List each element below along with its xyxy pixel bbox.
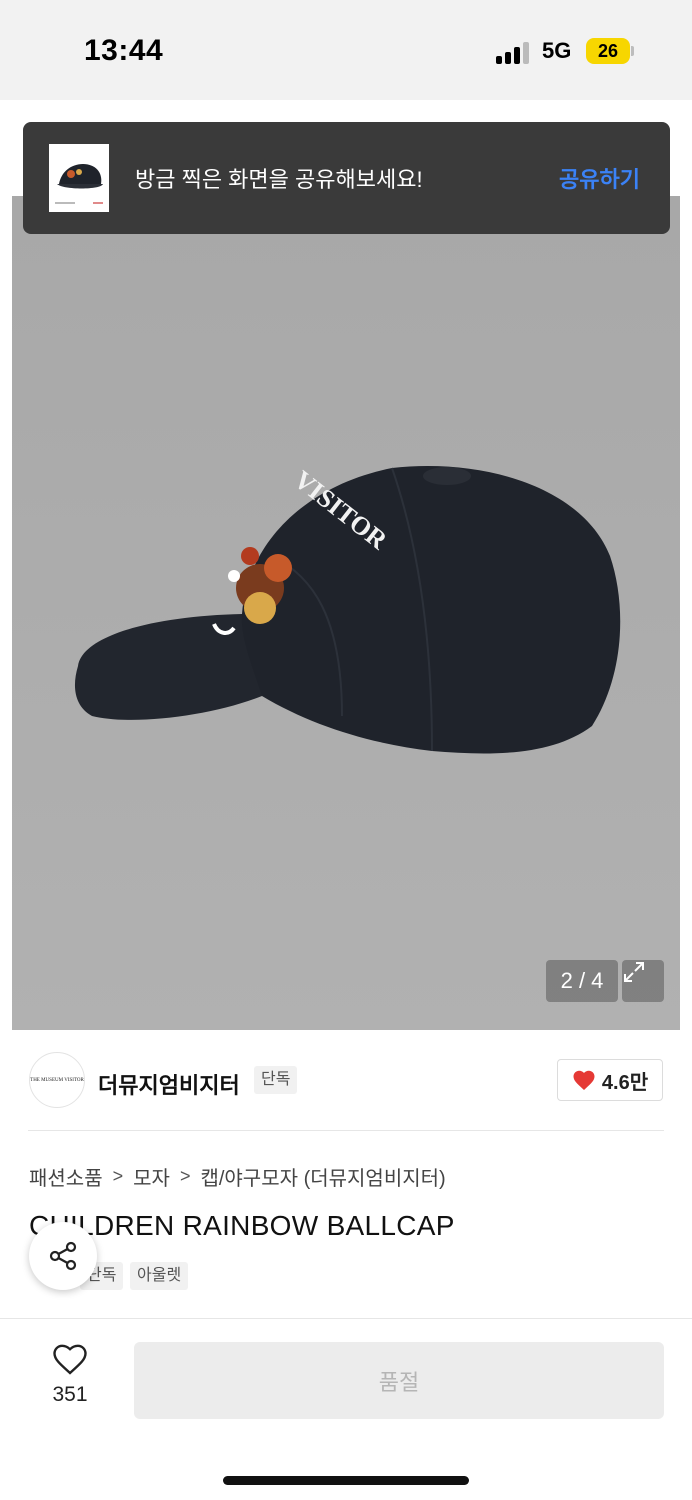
heart-outline-icon <box>53 1344 87 1375</box>
status-bar: 13:44 5G 26 <box>0 0 692 100</box>
brand-logo-text: THE MUSEUM VISITOR <box>30 1077 84 1083</box>
screenshot-share-toast: 방금 찍은 화면을 공유해보세요! 공유하기 <box>23 122 670 234</box>
heart-icon <box>573 1070 595 1090</box>
breadcrumb-item[interactable]: 캡/야구모자 (더뮤지엄비지터) <box>200 1162 445 1191</box>
sold-out-button[interactable]: 품절 <box>134 1342 664 1419</box>
divider <box>28 1130 664 1131</box>
breadcrumb-item[interactable]: 패션소품 <box>29 1162 103 1191</box>
breadcrumb: 패션소품 > 모자 > 캡/야구모자 (더뮤지엄비지터) <box>29 1162 446 1191</box>
brand-logo[interactable]: THE MUSEUM VISITOR <box>29 1052 85 1108</box>
wish-count: 351 <box>52 1383 88 1406</box>
wish-button[interactable]: 351 <box>40 1344 100 1407</box>
expand-button[interactable] <box>622 960 664 1002</box>
signal-icon <box>496 42 532 64</box>
product-tag: 아울렛 <box>130 1262 189 1290</box>
battery-level: 26 <box>597 41 619 61</box>
expand-icon <box>624 962 644 982</box>
image-pager: 2 / 4 <box>546 960 618 1002</box>
brand-name[interactable]: 더뮤지엄비지터 <box>98 1068 240 1100</box>
brand-like-button[interactable]: 4.6만 <box>557 1059 663 1101</box>
network-type: 5G <box>542 38 572 63</box>
battery-cap <box>631 46 634 56</box>
cap-image: VISITOR <box>74 465 621 754</box>
toast-thumbnail <box>49 144 109 212</box>
brand-like-count: 4.6만 <box>601 1071 649 1094</box>
share-button[interactable] <box>29 1222 97 1290</box>
toast-share-button[interactable]: 공유하기 <box>559 162 640 194</box>
bottom-bar-divider <box>0 1318 692 1319</box>
product-image-gallery[interactable]: VISITOR 2 / 4 <box>12 196 680 1030</box>
brand-exclusive-badge: 단독 <box>254 1066 298 1094</box>
chevron-right-icon: > <box>179 1166 191 1186</box>
battery-icon: 26 <box>586 38 630 64</box>
home-indicator[interactable] <box>223 1476 469 1485</box>
toast-message: 방금 찍은 화면을 공유해보세요! <box>135 167 423 192</box>
breadcrumb-item[interactable]: 모자 <box>133 1162 170 1191</box>
status-time: 13:44 <box>84 34 164 67</box>
chevron-right-icon: > <box>112 1166 124 1186</box>
product-title: CHILDREN RAINBOW BALLCAP <box>29 1210 455 1241</box>
share-icon <box>49 1241 77 1271</box>
